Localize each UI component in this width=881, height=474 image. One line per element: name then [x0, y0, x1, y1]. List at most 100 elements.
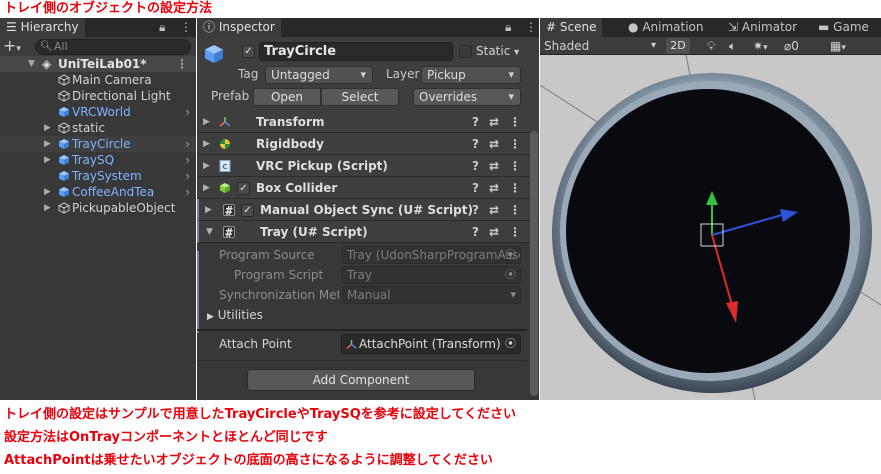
kebab-menu-icon[interactable]: ⋮	[509, 203, 531, 217]
expand-arrow-icon[interactable]: ▶	[44, 136, 51, 152]
help-icon[interactable]: ?	[472, 137, 489, 151]
scene-viewport[interactable]	[540, 49, 881, 400]
component-actions[interactable]: ?⇄⋮	[472, 177, 531, 199]
gizmos-icon[interactable]: ▦▾	[830, 37, 846, 55]
tab-animator[interactable]: ⇲ Animator	[722, 18, 803, 37]
hierarchy-item-vrcworld[interactable]: VRCWorld ›	[0, 104, 196, 120]
chevron-right-icon[interactable]: ›	[185, 184, 190, 200]
fold-arrow-icon[interactable]: ▶	[207, 312, 214, 322]
component-actions[interactable]: ?⇄⋮	[472, 221, 531, 243]
help-icon[interactable]: ?	[472, 181, 489, 195]
help-icon[interactable]: ?	[472, 159, 489, 173]
lock-icon[interactable]: 🔒︎	[505, 18, 511, 37]
tab-scene[interactable]: # Scene	[540, 18, 603, 37]
fold-arrow-icon[interactable]: ▶	[203, 177, 210, 199]
kebab-menu-icon[interactable]: ⋮	[509, 115, 531, 129]
hierarchy-item-traysystem[interactable]: TraySystem ›	[0, 168, 196, 184]
kebab-menu-icon[interactable]: ⋮	[180, 18, 192, 37]
kebab-menu-icon[interactable]: ⋮	[525, 18, 537, 37]
kebab-menu-icon[interactable]: ⋮	[509, 181, 531, 195]
lock-icon[interactable]: 🔒︎	[159, 18, 165, 37]
scene-menu-icon[interactable]: ⋮	[176, 56, 188, 72]
preset-icon[interactable]: ⇄	[489, 203, 509, 217]
component-transform[interactable]: ▶ Transform ?⇄⋮	[197, 111, 539, 133]
preset-icon[interactable]: ⇄	[489, 181, 509, 195]
scene-root-row[interactable]: ▼ ◈ UniTeiLab01* ⋮	[0, 56, 196, 72]
prefab-open-button[interactable]: Open	[253, 88, 321, 106]
preset-icon[interactable]: ⇄	[489, 137, 509, 151]
layer-dropdown[interactable]: Pickup	[421, 66, 521, 84]
box-collider-enabled-checkbox[interactable]: ✓	[237, 182, 250, 195]
manual-sync-enabled-checkbox[interactable]: ✓	[241, 204, 254, 217]
scene-name: UniTeiLab01*	[58, 57, 147, 71]
hierarchy-item-traysq[interactable]: ▶ TraySQ ›	[0, 152, 196, 168]
kebab-menu-icon[interactable]: ⋮	[509, 137, 531, 151]
hierarchy-item-coffeeandtea[interactable]: ▶ CoffeeAndTea ›	[0, 184, 196, 200]
hierarchy-item-traycircle[interactable]: ▶ TrayCircle ›	[0, 136, 196, 152]
chevron-right-icon[interactable]: ›	[185, 152, 190, 168]
kebab-menu-icon[interactable]: ⋮	[509, 159, 531, 173]
expand-arrow-icon[interactable]: ▶	[44, 200, 51, 216]
component-actions[interactable]: ?⇄⋮	[472, 199, 531, 221]
static-checkbox[interactable]	[459, 45, 472, 58]
object-picker-icon[interactable]: ⦿	[505, 335, 516, 353]
component-manual-object-sync[interactable]: ▶ # ✓ Manual Object Sync (U# Script) ?⇄⋮	[197, 199, 539, 221]
hierarchy-item-main-camera[interactable]: Main Camera	[0, 72, 196, 88]
component-actions[interactable]: ?⇄⋮	[472, 133, 531, 155]
component-rigidbody[interactable]: ▶ Rigidbody ?⇄⋮	[197, 133, 539, 155]
utilities-foldout[interactable]: ▶ Utilities	[207, 305, 263, 327]
component-actions[interactable]: ?⇄⋮	[472, 155, 531, 177]
prefab-label: Prefab	[211, 89, 250, 103]
fold-arrow-icon[interactable]: ▶	[203, 133, 210, 155]
effects-icon[interactable]: ✷▾	[753, 37, 768, 55]
help-icon[interactable]: ?	[472, 115, 489, 129]
toggle-2d-button[interactable]: 2D	[666, 38, 690, 54]
component-actions[interactable]: ?⇄⋮	[472, 111, 531, 133]
preset-icon[interactable]: ⇄	[489, 115, 509, 129]
expand-arrow-icon[interactable]: ▶	[44, 152, 51, 168]
audio-icon[interactable]: 🔈︎	[729, 37, 736, 55]
hierarchy-item-pickupableobject[interactable]: ▶ PickupableObject	[0, 200, 196, 216]
static-dropdown[interactable]: Static ▾	[476, 42, 519, 62]
tab-animation[interactable]: ● Animation	[622, 18, 710, 37]
expand-arrow-icon[interactable]: ▼	[28, 56, 35, 72]
component-box-collider[interactable]: ▶ ✓ Box Collider ?⇄⋮	[197, 177, 539, 199]
chevron-right-icon[interactable]: ›	[185, 136, 190, 152]
help-icon[interactable]: ?	[472, 203, 489, 217]
component-vrc-pickup[interactable]: ▶ C VRC Pickup (Script) ?⇄⋮	[197, 155, 539, 177]
hierarchy-item-static[interactable]: ▶ static	[0, 120, 196, 136]
expand-arrow-icon[interactable]: ▶	[44, 120, 51, 136]
transform-icon	[219, 117, 231, 127]
chevron-right-icon[interactable]: ›	[185, 168, 190, 184]
tab-hierarchy[interactable]: ☰ Hierarchy	[0, 18, 85, 37]
object-name-field[interactable]: TrayCircle	[259, 42, 453, 61]
active-checkbox[interactable]: ✓	[242, 45, 255, 58]
expand-arrow-icon[interactable]: ▶	[44, 184, 51, 200]
fold-arrow-down-icon[interactable]: ▼	[206, 221, 213, 243]
preset-icon[interactable]: ⇄	[489, 159, 509, 173]
fold-arrow-icon[interactable]: ▶	[203, 155, 210, 177]
tab-game[interactable]: ▬ Game	[812, 18, 875, 37]
prefab-overrides-dropdown[interactable]: Overrides	[413, 88, 521, 106]
preset-icon[interactable]: ⇄	[489, 225, 509, 239]
create-button[interactable]: +▾	[3, 37, 21, 58]
shading-mode-dropdown[interactable]: Shaded ▾	[544, 37, 660, 55]
component-tray[interactable]: ▼ # Tray (U# Script) ?⇄⋮	[197, 221, 539, 243]
scene-render[interactable]	[540, 49, 881, 400]
fold-arrow-icon[interactable]: ▶	[205, 199, 212, 221]
add-component-button[interactable]: Add Component	[247, 369, 475, 391]
attach-point-field[interactable]: AttachPoint (Transform) ⦿	[341, 334, 521, 354]
lighting-icon[interactable]: 💡︎	[707, 37, 715, 55]
kebab-menu-icon[interactable]: ⋮	[509, 225, 531, 239]
hierarchy-item-directional-light[interactable]: Directional Light	[0, 88, 196, 104]
prefab-select-button[interactable]: Select	[321, 88, 399, 106]
note-line: トレイ側の設定はサンプルで用意したTrayCircleやTraySQを参考に設定…	[4, 407, 517, 422]
help-icon[interactable]: ?	[472, 225, 489, 239]
tab-inspector[interactable]: ⓘ Inspector	[197, 18, 281, 37]
fold-arrow-icon[interactable]: ▶	[203, 111, 210, 133]
hierarchy-search-input[interactable]: 🔍︎ All	[35, 39, 191, 55]
chevron-right-icon[interactable]: ›	[185, 104, 190, 120]
tag-dropdown[interactable]: Untagged	[265, 66, 373, 84]
hidden-objects-icon[interactable]: ⌀0	[784, 37, 799, 55]
inspector-scrollbar[interactable]	[530, 131, 538, 396]
